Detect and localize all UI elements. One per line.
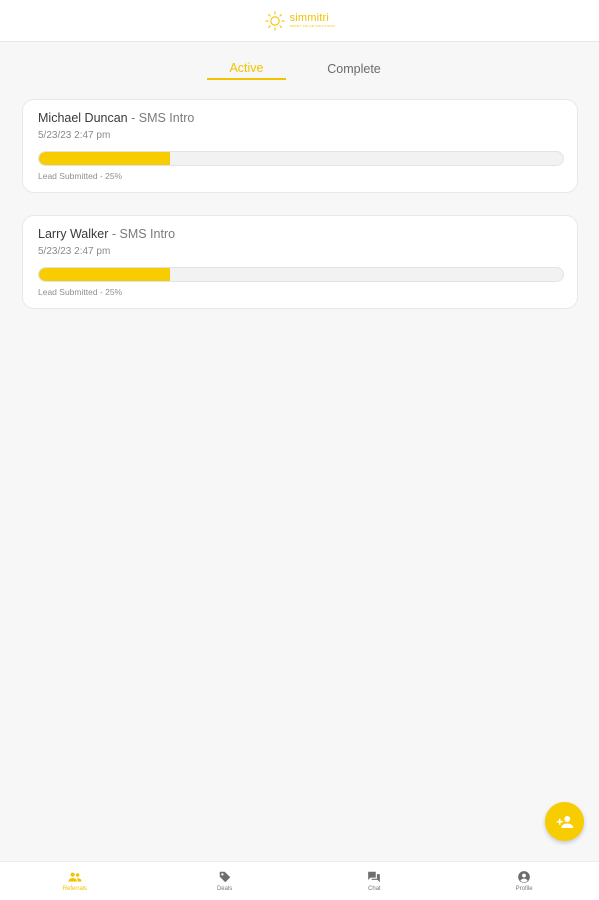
referral-status: Lead Submitted - 25% [38, 287, 123, 297]
tab-active[interactable]: Active [207, 58, 286, 80]
nav-label: Referrals [62, 886, 88, 892]
title-separator: - [127, 111, 139, 125]
sun-logo-icon [265, 11, 285, 30]
nav-profile[interactable]: Profile [449, 862, 599, 900]
profile-icon [518, 871, 530, 883]
referral-campaign: SMS Intro [119, 227, 176, 241]
add-referral-button[interactable] [545, 802, 584, 841]
referral-campaign: SMS Intro [138, 111, 195, 125]
simmitri-logo: simmitri SMART SOLAR SOLUTIONS [264, 10, 336, 32]
referral-date: 5/23/23 2:47 pm [38, 130, 111, 141]
referral-progress-fill [39, 152, 170, 165]
nav-referrals[interactable]: Referrals [0, 862, 150, 900]
referral-title: Michael Duncan - SMS Intro [38, 111, 194, 125]
referral-title: Larry Walker - SMS Intro [38, 227, 175, 241]
referral-card[interactable]: Larry Walker - SMS Intro 5/23/23 2:47 pm… [22, 215, 578, 309]
logo-tagline: SMART SOLAR SOLUTIONS [289, 24, 336, 28]
logo-wordmark: simmitri [289, 12, 330, 24]
referral-progress-bar [38, 151, 564, 166]
app-header: simmitri SMART SOLAR SOLUTIONS [0, 0, 599, 42]
referral-status: Lead Submitted - 25% [38, 171, 123, 181]
bottom-navigation: Referrals Deals Chat Profile [0, 861, 599, 900]
referral-status-tabs: Active Complete [0, 58, 599, 82]
referral-name: Michael Duncan [38, 111, 128, 125]
title-separator: - [108, 227, 120, 241]
referral-progress-fill [39, 268, 170, 281]
people-icon [68, 872, 82, 882]
referral-date: 5/23/23 2:47 pm [38, 246, 111, 257]
referral-progress-bar [38, 267, 564, 282]
tag-icon [219, 871, 230, 883]
nav-deals[interactable]: Deals [150, 862, 300, 900]
add-person-icon [556, 815, 573, 828]
chat-icon [368, 871, 381, 883]
nav-label: Profile [515, 886, 533, 892]
nav-label: Chat [368, 886, 381, 892]
referral-card[interactable]: Michael Duncan - SMS Intro 5/23/23 2:47 … [22, 99, 578, 193]
tab-complete[interactable]: Complete [314, 58, 394, 80]
referral-name: Larry Walker [38, 227, 109, 241]
nav-label: Deals [216, 886, 233, 892]
nav-chat[interactable]: Chat [300, 862, 450, 900]
